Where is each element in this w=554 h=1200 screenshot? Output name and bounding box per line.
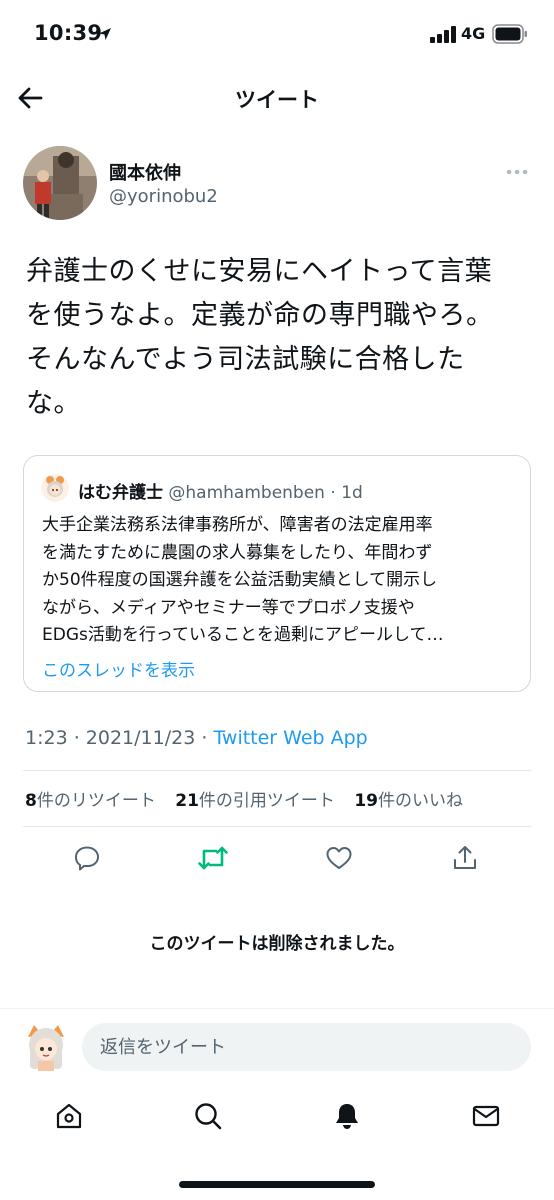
more-options-button[interactable] <box>500 160 534 184</box>
battery-icon <box>492 24 527 44</box>
nav-home[interactable] <box>49 1096 89 1136</box>
home-icon <box>56 1103 82 1129</box>
quotes-count: 21 <box>175 791 199 811</box>
likes-count: 19 <box>354 791 378 811</box>
meta-separator: · <box>195 727 214 749</box>
tweet-source-app[interactable]: Twitter Web App <box>213 727 367 749</box>
status-bar: 10:39 4G <box>0 0 554 70</box>
nav-search[interactable] <box>188 1096 228 1136</box>
tweet-stats: 8件のリツイート 21件の引用ツイート 19件のいいね <box>25 786 477 811</box>
nav-messages[interactable] <box>466 1096 506 1136</box>
share-icon <box>454 846 476 869</box>
quote-author-name: はむ弁護士 <box>78 483 163 503</box>
author-avatar[interactable] <box>23 146 97 220</box>
quote-separator: · <box>324 483 342 503</box>
deleted-tweet-notice: このツイートは削除されました。 <box>149 934 405 954</box>
quote-text: 大手企業法務系法律事務所が、障害者の法定雇用率 を満たすために農園の求人募集をし… <box>42 512 520 650</box>
retweets-count: 8 <box>25 791 37 811</box>
divider <box>23 770 531 771</box>
retweet-button[interactable] <box>195 840 231 876</box>
quote-text-line: EDGs活動を行っていることを過剰にアピールして… <box>42 625 444 645</box>
quote-text-line: か50件程度の国選弁護を公益活動実績として開示し <box>42 570 438 590</box>
like-button[interactable] <box>321 840 357 876</box>
likes-label: 件のいいね <box>378 791 463 811</box>
user-avatar-image <box>28 1025 64 1071</box>
author-avatar-image <box>23 146 97 220</box>
quote-text-line: ながら、メディアやセミナー等でプロボノ支援や <box>42 597 415 618</box>
quote-author-avatar <box>41 474 69 502</box>
quote-text-line: を満たすために農園の求人募集をしたり、年間わず <box>42 542 433 563</box>
divider <box>23 826 531 827</box>
tweet-time: 1:23 <box>25 727 68 749</box>
retweets-label: 件のリツイート <box>36 791 156 811</box>
tweet-text-line: を使うなよ。定義が命の専門職やろ。 <box>26 300 494 331</box>
meta-separator: · <box>67 727 86 749</box>
share-button[interactable] <box>447 840 483 876</box>
tweet-text: 弁護士のくせに安易にヘイトって言葉 を使うなよ。定義が命の専門職やろ。 そんなん… <box>26 250 534 426</box>
tweet-text-line: そんなんでよう司法試験に合格した <box>26 344 465 375</box>
tweet-meta: 1:23 · 2021/11/23 · Twitter Web App <box>25 727 368 749</box>
bell-icon <box>336 1104 358 1129</box>
quotes-label: 件の引用ツイート <box>198 791 335 811</box>
status-time: 10:39 <box>34 21 103 45</box>
reply-bubble-icon <box>75 846 99 871</box>
reply-input[interactable] <box>82 1023 531 1071</box>
quotes-stat[interactable]: 21件の引用ツイート <box>175 786 335 811</box>
home-indicator <box>179 1181 375 1188</box>
network-type: 4G <box>461 24 486 43</box>
likes-stat[interactable]: 19件のいいね <box>354 786 463 811</box>
show-thread-link[interactable]: このスレッドを表示 <box>42 656 195 681</box>
quoted-tweet-card[interactable]: はむ弁護士 @hamhambenben · 1d 大手企業法務系法律事務所が、障… <box>23 455 531 692</box>
author-handle[interactable]: @yorinobu2 <box>109 186 218 207</box>
tweet-text-line: な。 <box>26 388 81 419</box>
tweet-text-line: 弁護士のくせに安易にヘイトって言葉 <box>26 256 493 287</box>
reply-bar <box>0 1008 554 1086</box>
author-name[interactable]: 國本依伸 <box>109 159 181 185</box>
heart-icon <box>326 847 352 869</box>
nav-notifications[interactable] <box>327 1096 367 1136</box>
cellular-signal-icon <box>430 26 456 43</box>
mail-icon <box>472 1105 500 1127</box>
retweets-stat[interactable]: 8件のリツイート <box>25 786 156 811</box>
page-title: ツイート <box>235 88 319 112</box>
retweet-icon <box>198 846 228 870</box>
location-arrow-icon <box>99 28 111 40</box>
quote-time: 1d <box>341 483 363 503</box>
user-avatar[interactable] <box>22 1021 70 1073</box>
more-dots-icon <box>506 169 528 175</box>
tweet-date: 2021/11/23 <box>85 727 196 749</box>
reply-button[interactable] <box>69 840 105 876</box>
quote-avatar-image <box>41 474 69 502</box>
search-icon <box>195 1103 222 1130</box>
quote-header: はむ弁護士 @hamhambenben · 1d <box>78 478 363 503</box>
header: ツイート <box>0 72 554 126</box>
quote-text-line: 大手企業法務系法律事務所が、障害者の法定雇用率 <box>42 515 433 535</box>
quote-author-handle: @hamhambenben <box>168 483 325 503</box>
